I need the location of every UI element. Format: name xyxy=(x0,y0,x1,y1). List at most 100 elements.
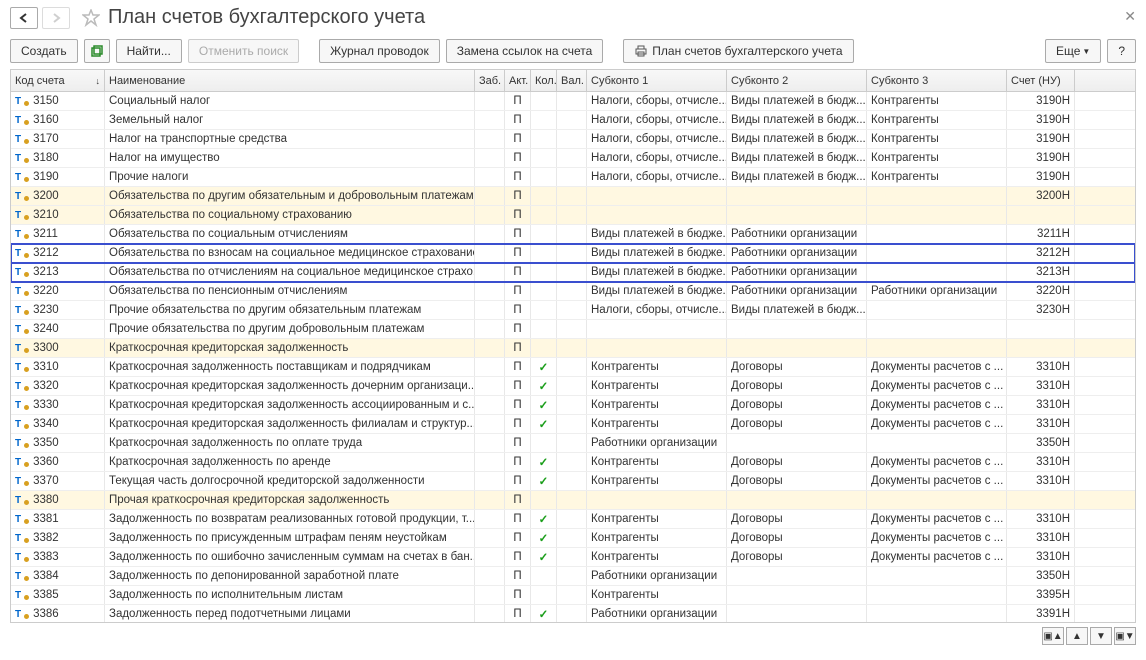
table-row[interactable]: T3380Прочая краткосрочная кредиторская з… xyxy=(11,491,1135,510)
cell-code: T3300 xyxy=(11,339,105,357)
table-row[interactable]: T3382Задолженность по присужденным штраф… xyxy=(11,529,1135,548)
close-icon[interactable]: ✕ xyxy=(1124,8,1136,25)
replace-links-button[interactable]: Замена ссылок на счета xyxy=(446,39,604,63)
cell-zab xyxy=(475,282,505,300)
cancel-search-button[interactable]: Отменить поиск xyxy=(188,39,299,63)
cell-code: T3160 xyxy=(11,111,105,129)
journal-button[interactable]: Журнал проводок xyxy=(319,39,440,63)
cell-sub2: Договоры xyxy=(727,453,867,471)
create-button[interactable]: Создать xyxy=(10,39,78,63)
table-row[interactable]: T3330Краткосрочная кредиторская задолжен… xyxy=(11,396,1135,415)
col-sub1[interactable]: Субконто 1 xyxy=(587,70,727,91)
col-code[interactable]: Код счета↓ xyxy=(11,70,105,91)
cell-akt: П xyxy=(505,510,531,528)
cell-code: T3340 xyxy=(11,415,105,433)
favorite-icon[interactable] xyxy=(82,9,100,27)
t-account-icon: T xyxy=(15,590,21,601)
cell-nu: 3190Н xyxy=(1007,111,1075,129)
cell-akt: П xyxy=(505,472,531,490)
cell-kol xyxy=(531,339,557,357)
table-row[interactable]: T3350Краткосрочная задолженность по опла… xyxy=(11,434,1135,453)
table-row[interactable]: T3240Прочие обязательства по другим добр… xyxy=(11,320,1135,339)
forward-button[interactable] xyxy=(42,7,70,29)
scroll-down-button[interactable]: ▼ xyxy=(1090,627,1112,645)
col-sub3[interactable]: Субконто 3 xyxy=(867,70,1007,91)
code-value: 3210 xyxy=(33,209,59,221)
cell-sub2: Виды платежей в бюдж... xyxy=(727,111,867,129)
table-row[interactable]: T3381Задолженность по возвратам реализов… xyxy=(11,510,1135,529)
cell-sub2: Виды платежей в бюдж... xyxy=(727,130,867,148)
account-dot-icon xyxy=(24,196,29,201)
table-row[interactable]: T3170Налог на транспортные средстваПНало… xyxy=(11,130,1135,149)
table-row[interactable]: T3160Земельный налогПНалоги, сборы, отчи… xyxy=(11,111,1135,130)
col-zab[interactable]: Заб. xyxy=(475,70,505,91)
cell-code: T3240 xyxy=(11,320,105,338)
cell-name: Задолженность по присужденным штрафам пе… xyxy=(105,529,475,547)
t-account-icon: T xyxy=(15,362,21,373)
back-button[interactable] xyxy=(10,7,38,29)
cell-code: T3385 xyxy=(11,586,105,604)
account-dot-icon xyxy=(24,139,29,144)
col-kol[interactable]: Кол. xyxy=(531,70,557,91)
code-value: 3320 xyxy=(33,380,59,392)
table-row[interactable]: T3385Задолженность по исполнительным лис… xyxy=(11,586,1135,605)
cell-val xyxy=(557,358,587,376)
cell-kol: ✓ xyxy=(531,415,557,433)
table-row[interactable]: T3213Обязательства по отчислениям на соц… xyxy=(11,263,1135,282)
cell-akt: П xyxy=(505,282,531,300)
account-dot-icon xyxy=(24,329,29,334)
table-row[interactable]: T3211Обязательства по социальным отчисле… xyxy=(11,225,1135,244)
table-row[interactable]: T3300Краткосрочная кредиторская задолжен… xyxy=(11,339,1135,358)
cell-val xyxy=(557,339,587,357)
table-row[interactable]: T3212Обязательства по взносам на социаль… xyxy=(11,244,1135,263)
code-value: 3340 xyxy=(33,418,59,430)
cell-sub3: Документы расчетов с ... xyxy=(867,529,1007,547)
cell-zab xyxy=(475,358,505,376)
cell-code: T3210 xyxy=(11,206,105,224)
table-row[interactable]: T3200Обязательства по другим обязательны… xyxy=(11,187,1135,206)
cell-sub3: Документы расчетов с ... xyxy=(867,377,1007,395)
table-row[interactable]: T3340Краткосрочная кредиторская задолжен… xyxy=(11,415,1135,434)
scroll-top-button[interactable]: ▣▲ xyxy=(1042,627,1064,645)
table-row[interactable]: T3320Краткосрочная кредиторская задолжен… xyxy=(11,377,1135,396)
col-akt[interactable]: Акт. xyxy=(505,70,531,91)
table-row[interactable]: T3210Обязательства по социальному страхо… xyxy=(11,206,1135,225)
t-account-icon: T xyxy=(15,609,21,620)
arrow-right-icon xyxy=(49,12,63,24)
cell-val xyxy=(557,491,587,509)
cell-code: T3384 xyxy=(11,567,105,585)
scroll-up-button[interactable]: ▲ xyxy=(1066,627,1088,645)
find-button[interactable]: Найти... xyxy=(116,39,182,63)
col-name[interactable]: Наименование xyxy=(105,70,475,91)
table-row[interactable]: T3190Прочие налогиПНалоги, сборы, отчисл… xyxy=(11,168,1135,187)
table-row[interactable]: T3386Задолженность перед подотчетными ли… xyxy=(11,605,1135,623)
table-row[interactable]: T3360Краткосрочная задолженность по арен… xyxy=(11,453,1135,472)
print-button[interactable]: План счетов бухгалтерского учета xyxy=(623,39,853,63)
scroll-bottom-button[interactable]: ▣▼ xyxy=(1114,627,1136,645)
table-row[interactable]: T3180Налог на имуществоПНалоги, сборы, о… xyxy=(11,149,1135,168)
table-row[interactable]: T3310Краткосрочная задолженность поставщ… xyxy=(11,358,1135,377)
table-row[interactable]: T3384Задолженность по депонированной зар… xyxy=(11,567,1135,586)
help-button[interactable]: ? xyxy=(1107,39,1136,63)
table-row[interactable]: T3220Обязательства по пенсионным отчисле… xyxy=(11,282,1135,301)
code-value: 3240 xyxy=(33,323,59,335)
cell-akt: П xyxy=(505,605,531,623)
col-val[interactable]: Вал. xyxy=(557,70,587,91)
cell-zab xyxy=(475,453,505,471)
cell-sub3: Контрагенты xyxy=(867,149,1007,167)
cell-sub2: Работники организации xyxy=(727,225,867,243)
table-row[interactable]: T3230Прочие обязательства по другим обяз… xyxy=(11,301,1135,320)
cell-sub3 xyxy=(867,491,1007,509)
account-dot-icon xyxy=(24,120,29,125)
table-row[interactable]: T3370Текущая часть долгосрочной кредитор… xyxy=(11,472,1135,491)
table-row[interactable]: T3383Задолженность по ошибочно зачисленн… xyxy=(11,548,1135,567)
table-row[interactable]: T3150Социальный налогПНалоги, сборы, отч… xyxy=(11,92,1135,111)
col-sub2[interactable]: Субконто 2 xyxy=(727,70,867,91)
create-copy-button[interactable] xyxy=(84,39,110,63)
cell-kol xyxy=(531,206,557,224)
col-nu[interactable]: Счет (НУ) xyxy=(1007,70,1075,91)
cell-sub3: Документы расчетов с ... xyxy=(867,548,1007,566)
more-button[interactable]: Еще ▼ xyxy=(1045,39,1101,63)
code-value: 3213 xyxy=(33,266,59,278)
t-account-icon: T xyxy=(15,533,21,544)
